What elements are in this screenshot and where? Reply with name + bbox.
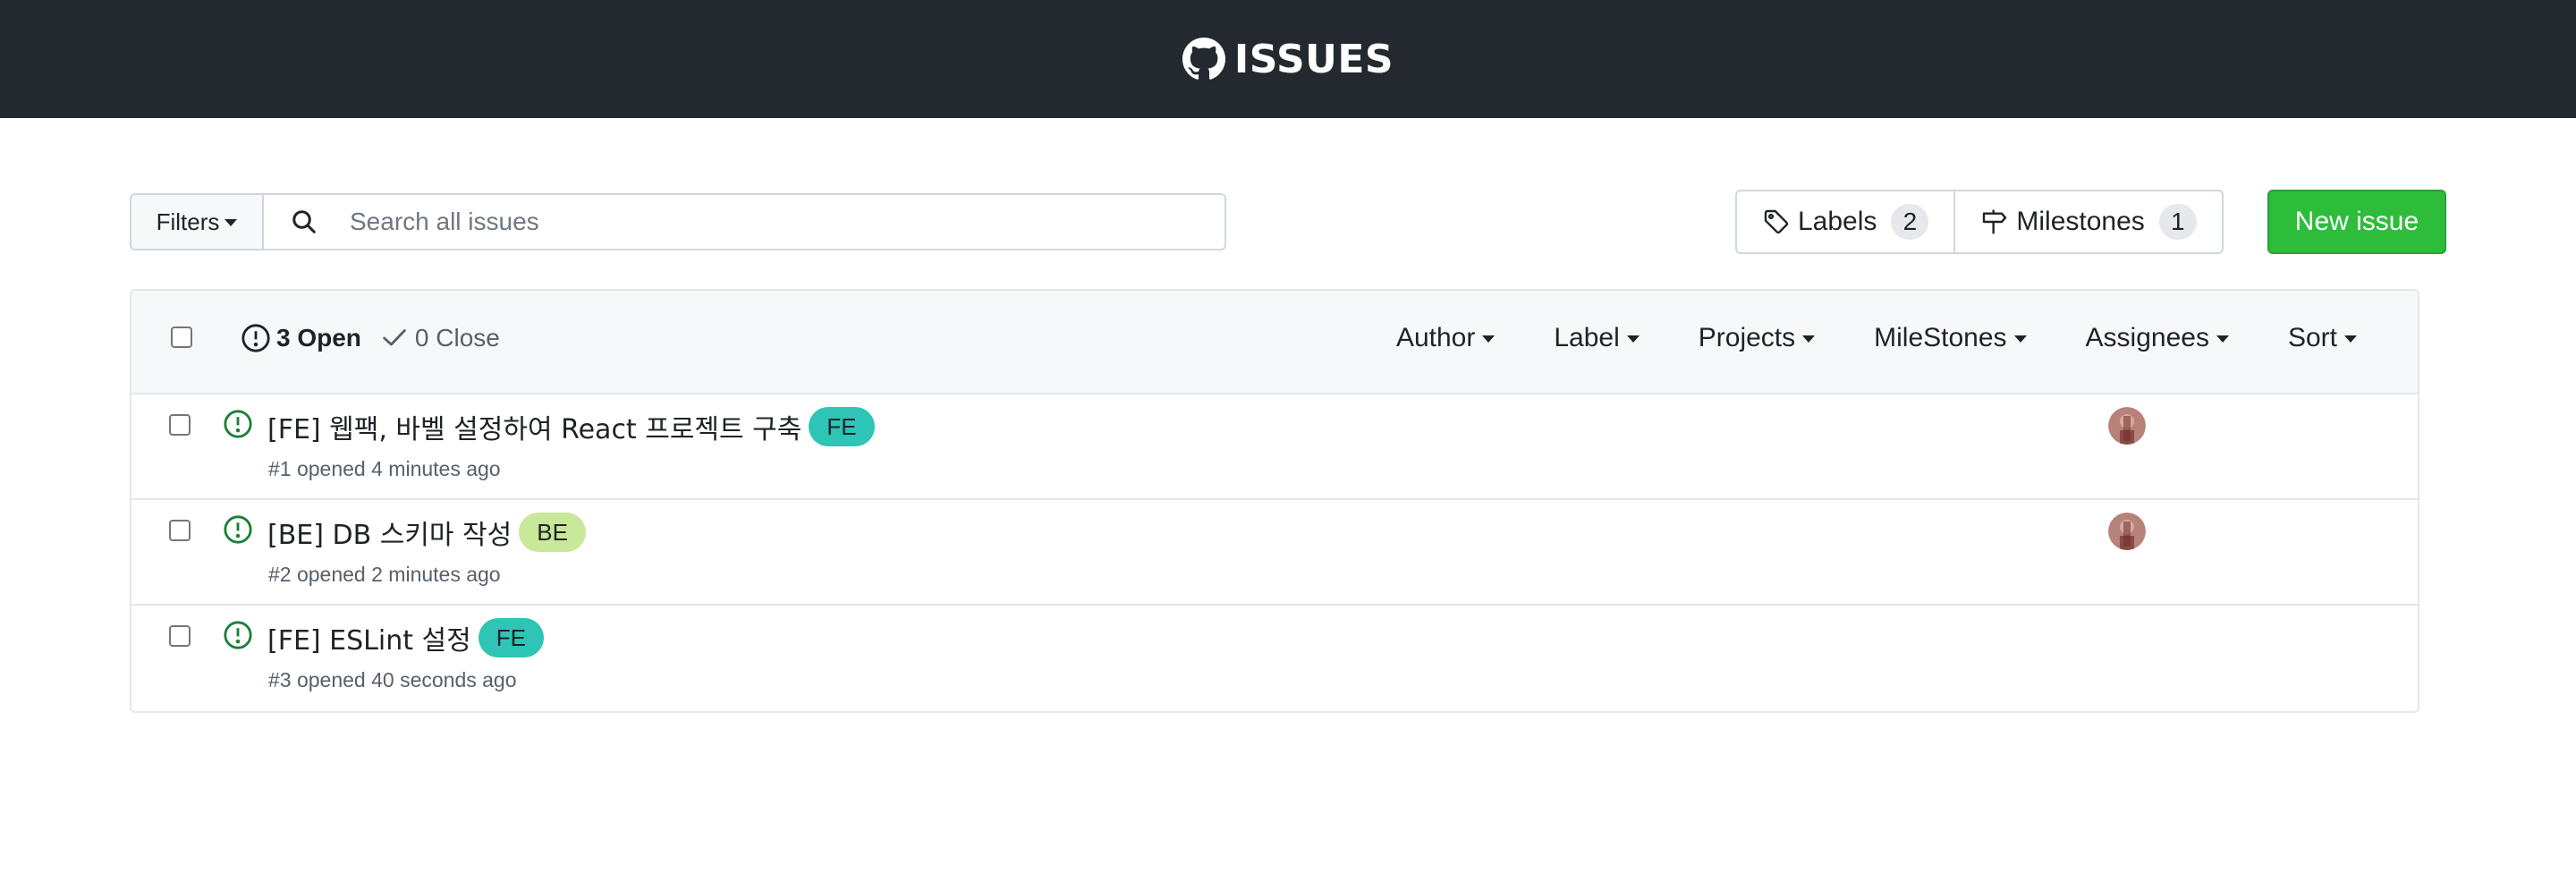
open-count-label: 3 Open xyxy=(276,324,361,352)
search-box xyxy=(264,193,1226,250)
labels-count-badge: 2 xyxy=(1891,204,1929,240)
issue-open-icon xyxy=(224,621,252,649)
issue-title-link[interactable]: [BE] DB 스키마 작성 xyxy=(267,513,512,552)
issue-label-badge[interactable]: FE xyxy=(809,407,875,446)
author-filter-label: Author xyxy=(1395,323,1476,352)
caret-down-icon xyxy=(225,219,238,226)
issue-meta: #2 opened 2 minutes ago xyxy=(268,563,501,586)
projects-filter-label: Projects xyxy=(1698,323,1796,352)
labels-button[interactable]: Labels 2 xyxy=(1737,191,1953,252)
milestones-filter-label: MileStones xyxy=(1874,323,2007,352)
labels-label: Labels xyxy=(1798,207,1877,236)
list-filters: Author Label Projects MileStones Assigne… xyxy=(1396,323,2357,353)
github-icon xyxy=(1182,38,1225,80)
issue-meta: #3 opened 40 seconds ago xyxy=(268,668,517,691)
caret-down-icon xyxy=(1626,335,1640,343)
brand[interactable]: ISSUES xyxy=(1182,37,1394,82)
milestones-count-badge: 1 xyxy=(2158,204,2197,240)
issue-meta: #1 opened 4 minutes ago xyxy=(268,457,501,480)
new-issue-button[interactable]: New issue xyxy=(2267,190,2446,254)
app-title: ISSUES xyxy=(1233,36,1394,82)
caret-down-icon xyxy=(2013,335,2027,343)
tag-icon xyxy=(1764,209,1789,234)
caret-down-icon xyxy=(2344,335,2357,343)
filters-label: Filters xyxy=(156,208,220,235)
open-issues-tab[interactable]: 3 Open xyxy=(241,323,361,353)
issue-checkbox[interactable] xyxy=(169,414,191,436)
milestones-button[interactable]: Milestones 1 xyxy=(1953,191,2221,252)
issue-title-line: [FE] ESLint 설정 FE xyxy=(267,618,544,657)
filter-search-group: Filters xyxy=(130,193,1226,250)
caret-down-icon xyxy=(1802,335,1816,343)
author-filter-dropdown[interactable]: Author xyxy=(1395,323,1496,353)
assignee-avatar[interactable] xyxy=(2108,513,2146,550)
top-bar: ISSUES xyxy=(0,0,2576,118)
label-filter-dropdown[interactable]: Label xyxy=(1554,323,1640,353)
issue-title-line: [BE] DB 스키마 작성 BE xyxy=(267,513,586,552)
issue-row: [FE] ESLint 설정 FE #3 opened 40 seconds a… xyxy=(131,606,2418,711)
issue-title-line: [FE] 웹팩, 바벨 설정하여 React 프로젝트 구축 FE xyxy=(267,407,875,446)
check-icon xyxy=(383,329,406,346)
avatar-image xyxy=(2108,407,2146,445)
issue-title-link[interactable]: [FE] ESLint 설정 xyxy=(267,618,471,657)
issue-open-icon xyxy=(224,515,252,544)
issue-row: [BE] DB 스키마 작성 BE #2 opened 2 minutes ag… xyxy=(131,500,2418,606)
assignee-avatar[interactable] xyxy=(2108,407,2146,445)
sort-label: Sort xyxy=(2287,323,2337,352)
issue-row: [FE] 웹팩, 바벨 설정하여 React 프로젝트 구축 FE #1 ope… xyxy=(131,394,2418,500)
milestone-icon xyxy=(1983,209,2007,234)
issue-open-icon xyxy=(224,410,252,438)
issue-checkbox[interactable] xyxy=(169,625,191,647)
select-all-checkbox[interactable] xyxy=(171,327,192,348)
caret-down-icon xyxy=(2216,335,2229,343)
assignees-filter-dropdown[interactable]: Assignees xyxy=(2086,323,2229,353)
projects-filter-dropdown[interactable]: Projects xyxy=(1698,323,1816,353)
closed-issues-tab[interactable]: 0 Close xyxy=(379,323,500,353)
search-input[interactable] xyxy=(350,208,1155,236)
avatar-image xyxy=(2108,513,2146,550)
search-icon xyxy=(292,210,316,233)
issue-open-icon xyxy=(242,324,270,352)
sort-dropdown[interactable]: Sort xyxy=(2288,323,2357,353)
issue-label-badge[interactable]: FE xyxy=(478,618,544,657)
milestones-filter-dropdown[interactable]: MileStones xyxy=(1874,323,2027,353)
state-tabs: 3 Open 0 Close xyxy=(241,323,500,353)
assignees-filter-label: Assignees xyxy=(2085,323,2209,352)
filters-dropdown[interactable]: Filters xyxy=(130,193,264,250)
issue-title-link[interactable]: [FE] 웹팩, 바벨 설정하여 React 프로젝트 구축 xyxy=(267,407,801,446)
issue-checkbox[interactable] xyxy=(169,520,191,541)
closed-count-label: 0 Close xyxy=(414,324,500,352)
caret-down-icon xyxy=(1482,335,1496,343)
milestones-label: Milestones xyxy=(2016,207,2145,236)
issue-label-badge[interactable]: BE xyxy=(519,513,586,552)
toolbar: Filters Labels 2 Milestone xyxy=(130,190,2446,254)
label-filter-label: Label xyxy=(1554,323,1620,352)
labels-milestones-group: Labels 2 Milestones 1 xyxy=(1735,190,2224,254)
issue-list-header: 3 Open 0 Close Author Label Projects Mil… xyxy=(131,291,2418,394)
issue-list: 3 Open 0 Close Author Label Projects Mil… xyxy=(130,289,2419,713)
